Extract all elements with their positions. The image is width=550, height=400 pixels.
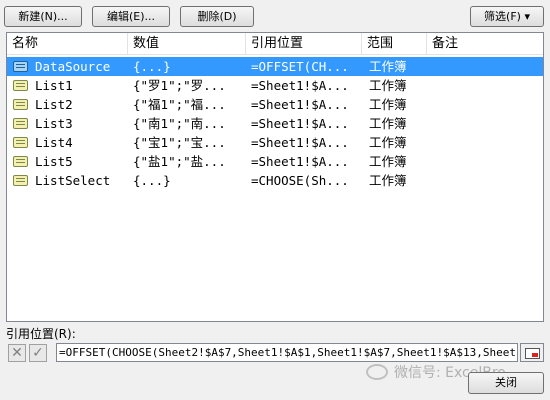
cell-value: {...} xyxy=(133,59,171,74)
table-row[interactable]: List4 {"宝1";"宝... =Sheet1!$A... 工作簿 xyxy=(7,133,543,152)
wechat-icon xyxy=(366,364,388,380)
new-button[interactable]: 新建(N)... xyxy=(4,6,82,27)
cell-reference: =Sheet1!$A... xyxy=(251,135,349,150)
cell-comment xyxy=(433,57,541,76)
names-list[interactable]: 名称 数值 引用位置 范围 备注 DataSource {...} =OFFSET(… xyxy=(6,32,544,322)
cell-value: {"福1";"福... xyxy=(133,97,226,112)
cell-comment xyxy=(433,76,541,95)
named-range-icon xyxy=(13,118,28,129)
toolbar: 新建(N)... 编辑(E)... 删除(D) 筛选(F) ▾ xyxy=(0,0,550,30)
cell-name: List4 xyxy=(35,135,73,150)
cell-name: List3 xyxy=(35,116,73,131)
column-header-reference[interactable]: 引用位置 xyxy=(246,33,362,55)
reference-input[interactable]: =OFFSET(CHOOSE(Sheet2!$A$7,Sheet1!$A$1,S… xyxy=(56,343,518,362)
column-header-comment[interactable]: 备注 xyxy=(427,33,543,55)
delete-button[interactable]: 删除(D) xyxy=(180,6,254,27)
column-header-value[interactable]: 数值 xyxy=(128,33,246,55)
cell-scope: 工作簿 xyxy=(369,173,407,188)
cell-reference: =OFFSET(CH... xyxy=(251,59,349,74)
cell-scope: 工作簿 xyxy=(369,116,407,131)
named-range-icon xyxy=(13,156,28,167)
cell-reference: =Sheet1!$A... xyxy=(251,97,349,112)
table-row[interactable]: List3 {"南1";"南... =Sheet1!$A... 工作簿 xyxy=(7,114,543,133)
cell-scope: 工作簿 xyxy=(369,97,407,112)
cell-comment xyxy=(433,152,541,171)
cell-comment xyxy=(433,133,541,152)
cell-scope: 工作簿 xyxy=(369,154,407,169)
name-manager-window: 新建(N)... 编辑(E)... 删除(D) 筛选(F) ▾ 名称 数值 引用… xyxy=(0,0,550,400)
cell-scope: 工作簿 xyxy=(369,59,407,74)
column-header-scope[interactable]: 范围 xyxy=(362,33,427,55)
named-range-icon xyxy=(13,61,28,72)
close-button[interactable]: 关闭 xyxy=(468,372,544,394)
cell-value: {"罗1";"罗... xyxy=(133,78,226,93)
table-row[interactable]: List5 {"盐1";"盐... =Sheet1!$A... 工作簿 xyxy=(7,152,543,171)
cell-comment xyxy=(433,95,541,114)
filter-button[interactable]: 筛选(F) ▾ xyxy=(470,6,544,27)
cell-comment xyxy=(433,114,541,133)
cell-reference: =Sheet1!$A... xyxy=(251,78,349,93)
cell-reference: =Sheet1!$A... xyxy=(251,116,349,131)
named-range-icon xyxy=(13,80,28,91)
cell-name: List5 xyxy=(35,154,73,169)
collapse-dialog-icon[interactable] xyxy=(520,343,544,362)
cell-name: ListSelect xyxy=(35,173,111,188)
table-row[interactable]: List2 {"福1";"福... =Sheet1!$A... 工作簿 xyxy=(7,95,543,114)
column-header-name[interactable]: 名称 xyxy=(7,33,128,55)
cell-name: List1 xyxy=(35,78,73,93)
table-row[interactable]: DataSource {...} =OFFSET(CH... 工作簿 xyxy=(7,57,543,76)
cell-name: List2 xyxy=(35,97,73,112)
cell-value: {...} xyxy=(133,173,171,188)
cell-comment xyxy=(433,171,541,190)
list-header: 名称 数值 引用位置 范围 备注 xyxy=(7,33,543,55)
cell-scope: 工作簿 xyxy=(369,78,407,93)
confirm-edit-icon[interactable]: ✓ xyxy=(29,344,47,362)
table-row[interactable]: List1 {"罗1";"罗... =Sheet1!$A... 工作簿 xyxy=(7,76,543,95)
named-range-icon xyxy=(13,175,28,186)
cell-reference: =Sheet1!$A... xyxy=(251,154,349,169)
cell-name: DataSource xyxy=(35,59,111,74)
table-row[interactable]: ListSelect {...} =CHOOSE(Sh... 工作簿 xyxy=(7,171,543,190)
cancel-edit-icon[interactable]: ✕ xyxy=(8,344,26,362)
reference-label: 引用位置(R): xyxy=(6,327,76,341)
named-range-icon xyxy=(13,137,28,148)
cell-value: {"南1";"南... xyxy=(133,116,226,131)
cell-value: {"宝1";"宝... xyxy=(133,135,226,150)
named-range-icon xyxy=(13,99,28,110)
edit-button[interactable]: 编辑(E)... xyxy=(92,6,170,27)
cell-scope: 工作簿 xyxy=(369,135,407,150)
cell-value: {"盐1";"盐... xyxy=(133,154,226,169)
cell-reference: =CHOOSE(Sh... xyxy=(251,173,349,188)
